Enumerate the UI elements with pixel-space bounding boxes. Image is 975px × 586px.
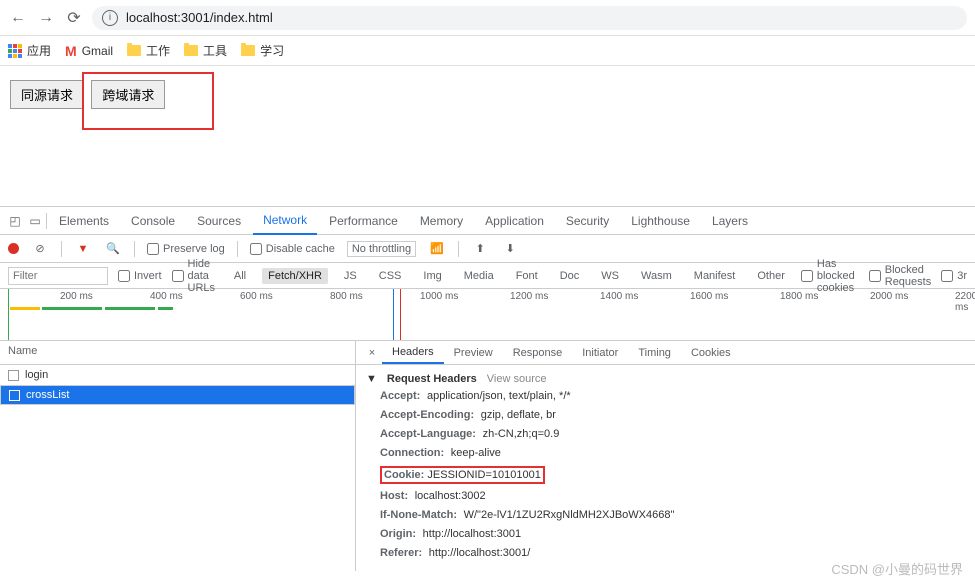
apps-icon xyxy=(8,44,22,58)
header-cookie: Cookie: JESSIONID=10101001 xyxy=(366,463,965,487)
tab-layers[interactable]: Layers xyxy=(702,208,758,234)
headers-body: ▼ Request Headers View source Accept: ap… xyxy=(356,365,975,571)
site-info-icon[interactable]: i xyxy=(102,10,118,26)
close-detail-icon[interactable]: × xyxy=(362,347,382,359)
header-origin: Origin: http://localhost:3001 xyxy=(366,525,965,544)
gmail-icon: M xyxy=(65,43,77,59)
devtools-panel: ◰ ▭ Elements Console Sources Network Per… xyxy=(0,206,975,571)
detail-tab-response[interactable]: Response xyxy=(503,343,573,363)
folder-work[interactable]: 工作 xyxy=(127,42,170,59)
folder-study[interactable]: 学习 xyxy=(241,42,284,59)
filter-other[interactable]: Other xyxy=(751,268,791,284)
filter-all[interactable]: All xyxy=(228,268,252,284)
folder-tools[interactable]: 工具 xyxy=(184,42,227,59)
header-accept-language: Accept-Language: zh-CN,zh;q=0.9 xyxy=(366,425,965,444)
header-connection: Connection: keep-alive xyxy=(366,444,965,463)
tab-performance[interactable]: Performance xyxy=(319,208,408,234)
search-icon[interactable]: 🔍 xyxy=(104,240,122,258)
watermark: CSDN @小曼的码世界 xyxy=(831,559,963,578)
request-row-crosslist[interactable]: crossList xyxy=(0,385,355,405)
request-list-header[interactable]: Name xyxy=(0,341,355,365)
folder-icon xyxy=(184,45,198,56)
detail-tab-preview[interactable]: Preview xyxy=(444,343,503,363)
filter-media[interactable]: Media xyxy=(458,268,500,284)
throttling-select[interactable]: No throttling xyxy=(347,241,416,257)
request-detail: × Headers Preview Response Initiator Tim… xyxy=(356,341,975,571)
apps-shortcut[interactable]: 应用 xyxy=(8,42,51,59)
same-origin-button[interactable]: 同源请求 xyxy=(10,80,84,109)
upload-icon[interactable]: ⬆ xyxy=(471,240,489,258)
invert-checkbox[interactable]: Invert xyxy=(118,270,162,282)
tab-elements[interactable]: Elements xyxy=(49,208,119,234)
filter-doc[interactable]: Doc xyxy=(554,268,586,284)
request-row-login[interactable]: login xyxy=(0,365,355,385)
tab-application[interactable]: Application xyxy=(475,208,554,234)
browser-toolbar: ← → ⟳ i localhost:3001/index.html xyxy=(0,0,975,36)
url-text: localhost:3001/index.html xyxy=(126,10,273,25)
view-source-link[interactable]: View source xyxy=(487,373,547,385)
filter-wasm[interactable]: Wasm xyxy=(635,268,678,284)
filter-input[interactable] xyxy=(8,267,108,285)
filter-js[interactable]: JS xyxy=(338,268,363,284)
filter-css[interactable]: CSS xyxy=(373,268,408,284)
inspect-icon[interactable]: ◰ xyxy=(6,212,24,230)
network-main: Name login crossList × Headers Preview R… xyxy=(0,341,975,571)
detail-tab-cookies[interactable]: Cookies xyxy=(681,343,741,363)
detail-tab-initiator[interactable]: Initiator xyxy=(572,343,628,363)
folder-icon xyxy=(127,45,141,56)
page-content: 同源请求 跨域请求 xyxy=(0,66,975,206)
reload-button[interactable]: ⟳ xyxy=(64,8,84,28)
filter-manifest[interactable]: Manifest xyxy=(688,268,742,284)
filter-icon[interactable]: ▼ xyxy=(74,240,92,258)
filter-img[interactable]: Img xyxy=(417,268,447,284)
gmail-bookmark[interactable]: M Gmail xyxy=(65,43,113,59)
blocked-requests-checkbox[interactable]: Blocked Requests xyxy=(869,264,931,288)
preserve-log-checkbox[interactable]: Preserve log xyxy=(147,243,225,255)
network-timeline[interactable]: 200 ms 400 ms 600 ms 800 ms 1000 ms 1200… xyxy=(0,289,975,341)
request-headers-section[interactable]: ▼ Request Headers View source xyxy=(366,371,965,387)
tab-lighthouse[interactable]: Lighthouse xyxy=(621,208,700,234)
tab-memory[interactable]: Memory xyxy=(410,208,473,234)
header-if-none-match: If-None-Match: W/"2e-lV1/1ZU2RxgNldMH2XJ… xyxy=(366,506,965,525)
download-icon[interactable]: ⬇ xyxy=(501,240,519,258)
tab-security[interactable]: Security xyxy=(556,208,619,234)
clear-button[interactable]: ⊘ xyxy=(31,240,49,258)
disable-cache-checkbox[interactable]: Disable cache xyxy=(250,243,335,255)
detail-tab-timing[interactable]: Timing xyxy=(628,343,681,363)
bookmarks-bar: 应用 M Gmail 工作 工具 学习 xyxy=(0,36,975,66)
record-button[interactable] xyxy=(8,243,19,254)
tab-network[interactable]: Network xyxy=(253,207,317,235)
forward-button[interactable]: → xyxy=(36,8,56,28)
device-icon[interactable]: ▭ xyxy=(26,212,44,230)
tab-sources[interactable]: Sources xyxy=(187,208,251,234)
tab-console[interactable]: Console xyxy=(121,208,185,234)
header-accept: Accept: application/json, text/plain, */… xyxy=(366,387,965,406)
detail-tab-headers[interactable]: Headers xyxy=(382,342,444,364)
detail-tabs: × Headers Preview Response Initiator Tim… xyxy=(356,341,975,365)
cross-origin-button[interactable]: 跨域请求 xyxy=(91,80,165,109)
devtools-tabs: ◰ ▭ Elements Console Sources Network Per… xyxy=(0,207,975,235)
address-bar[interactable]: i localhost:3001/index.html xyxy=(92,6,967,30)
header-accept-encoding: Accept-Encoding: gzip, deflate, br xyxy=(366,406,965,425)
folder-icon xyxy=(241,45,255,56)
filter-fetch-xhr[interactable]: Fetch/XHR xyxy=(262,268,328,284)
network-filter-bar: Invert Hide data URLs All Fetch/XHR JS C… xyxy=(0,263,975,289)
filter-ws[interactable]: WS xyxy=(595,268,625,284)
wifi-icon[interactable]: 📶 xyxy=(428,240,446,258)
request-list: Name login crossList xyxy=(0,341,356,571)
back-button[interactable]: ← xyxy=(8,8,28,28)
header-host: Host: localhost:3002 xyxy=(366,487,965,506)
third-party-checkbox[interactable]: 3r xyxy=(941,270,967,282)
filter-font[interactable]: Font xyxy=(510,268,544,284)
